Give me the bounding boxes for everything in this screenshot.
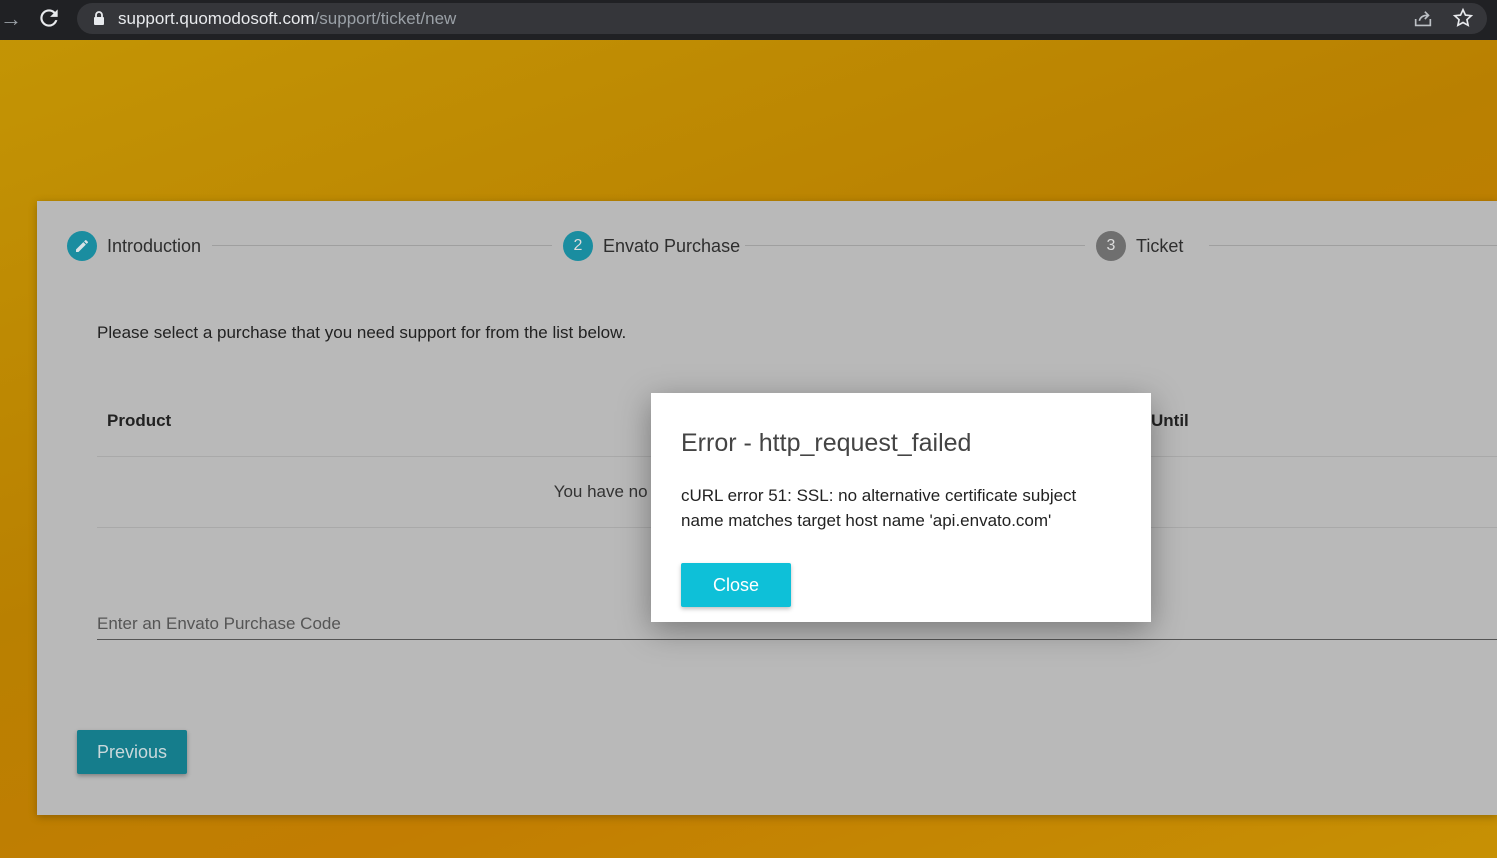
step-envato-purchase-indicator[interactable]: 2 — [563, 231, 593, 261]
instruction-text: Please select a purchase that you need s… — [97, 323, 627, 342]
dialog-title: Error - http_request_failed — [681, 429, 972, 457]
reload-icon[interactable] — [36, 5, 62, 31]
forward-arrow-icon[interactable]: → — [0, 8, 22, 30]
pencil-icon — [76, 239, 89, 252]
step-connector — [1209, 245, 1497, 246]
step-ticket-label[interactable]: Ticket — [1136, 235, 1183, 257]
previous-button[interactable]: Previous — [77, 730, 187, 774]
error-dialog: Error - http_request_failed cURL error 5… — [651, 393, 1151, 622]
column-header-product: Product — [107, 411, 172, 430]
close-button[interactable]: Close — [681, 563, 791, 607]
step-connector — [745, 245, 1085, 246]
step-introduction-label[interactable]: Introduction — [107, 235, 201, 257]
lock-icon[interactable] — [92, 10, 106, 26]
star-icon[interactable] — [1452, 7, 1474, 29]
step-envato-purchase-label[interactable]: Envato Purchase — [603, 235, 740, 257]
share-icon[interactable] — [1412, 8, 1434, 30]
step-connector — [212, 245, 552, 246]
step-introduction-indicator[interactable] — [67, 231, 97, 261]
url-text[interactable]: support.quomodosoft.com/support/ticket/n… — [118, 8, 456, 30]
browser-toolbar: → support.quomodosoft.com/support/ticket… — [0, 0, 1497, 40]
step-ticket-indicator[interactable]: 3 — [1096, 231, 1126, 261]
dialog-message: cURL error 51: SSL: no alternative certi… — [681, 486, 1077, 530]
column-header-until: Until — [1151, 411, 1189, 430]
